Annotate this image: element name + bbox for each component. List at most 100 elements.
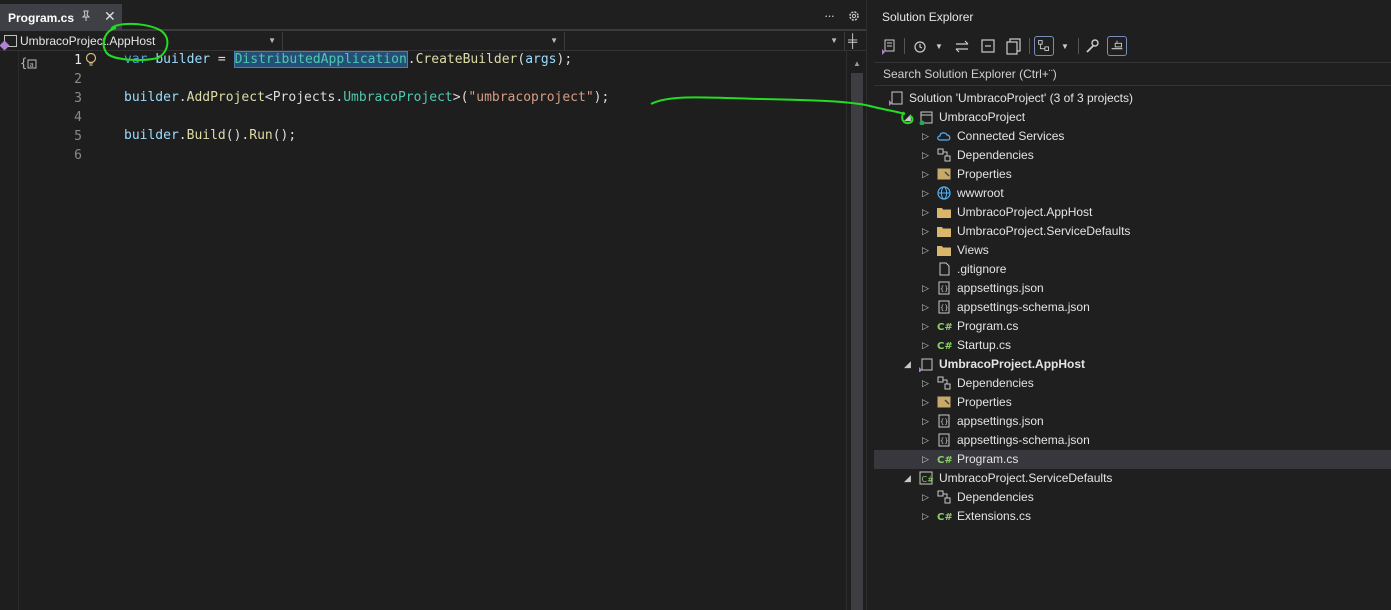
expand-arrow-icon[interactable]: ▷ <box>922 416 932 426</box>
tree-item[interactable]: ▷ {} appsettings.json <box>874 279 1391 298</box>
member-dropdown[interactable]: ▼ <box>565 32 845 50</box>
line-number: 6 <box>74 148 82 163</box>
pane-splitter[interactable] <box>866 0 874 610</box>
apphost-project-icon <box>4 35 17 47</box>
expand-arrow-icon[interactable]: ▷ <box>922 302 932 312</box>
tree-item[interactable]: ◢ C# UmbracoProject.ServiceDefaults <box>874 469 1391 488</box>
history-icon[interactable] <box>910 36 930 56</box>
chevron-down-icon: ▼ <box>268 36 276 45</box>
tree-item-label: Dependencies <box>957 490 1034 504</box>
collapse-arrow-icon[interactable]: ◢ <box>904 473 914 483</box>
dependencies-icon <box>937 148 951 162</box>
expand-arrow-icon[interactable]: ▷ <box>922 283 932 293</box>
tree-item[interactable]: ▷ {} appsettings-schema.json <box>874 298 1391 317</box>
gear-icon[interactable] <box>848 10 860 22</box>
expand-arrow-icon[interactable]: ▷ <box>922 245 932 255</box>
tree-item-label: Views <box>957 243 989 257</box>
scrollbar-thumb[interactable] <box>851 73 863 610</box>
expand-arrow-icon[interactable]: ▷ <box>922 397 932 407</box>
tree-item[interactable]: ▷ UmbracoProject.AppHost <box>874 203 1391 222</box>
line-number: 1 <box>74 53 82 68</box>
json-icon: {} <box>938 281 950 295</box>
tree-item[interactable]: ▷ Dependencies <box>874 488 1391 507</box>
tree-item[interactable]: ▷ Connected Services <box>874 127 1391 146</box>
preview-selected-items-icon[interactable] <box>1107 36 1127 56</box>
string-literal: "umbracoproject" <box>468 90 594 105</box>
expand-arrow-icon[interactable]: ▷ <box>922 150 932 160</box>
punctuation: . <box>178 90 187 105</box>
project-dropdown[interactable]: UmbracoProject.AppHost ▼ <box>0 32 283 50</box>
code-editor[interactable]: Program.cs ✕ ··· UmbracoProject.AppHost … <box>0 0 866 610</box>
collapse-arrow-icon[interactable]: ◢ <box>904 359 914 369</box>
tree-item[interactable]: ◢ UmbracoProject <box>874 108 1391 127</box>
expand-arrow-icon[interactable]: ▷ <box>922 435 932 445</box>
tree-item[interactable]: Solution 'UmbracoProject' (3 of 3 projec… <box>874 89 1391 108</box>
svg-text:C#: C# <box>937 322 952 333</box>
sync-with-document-icon[interactable] <box>952 36 972 56</box>
tree-item[interactable]: ▷ C# Extensions.cs <box>874 507 1391 526</box>
split-editor-icon[interactable]: ╪ <box>848 33 857 48</box>
tree-item-label: UmbracoProject.AppHost <box>957 205 1093 219</box>
type-dropdown[interactable]: ▼ <box>283 32 565 50</box>
expand-arrow-icon[interactable]: ▷ <box>922 511 932 521</box>
panel-title: Solution Explorer <box>882 10 974 24</box>
tree-item-label: wwwroot <box>957 186 1004 200</box>
code-line-3[interactable]: builder.AddProject<Projects.UmbracoProje… <box>124 90 609 105</box>
show-all-files-icon[interactable] <box>1004 36 1024 56</box>
expand-arrow-icon[interactable]: ▷ <box>922 207 932 217</box>
expand-arrow-icon[interactable]: ▷ <box>922 188 932 198</box>
tree-item[interactable]: .gitignore <box>874 260 1391 279</box>
tree-item[interactable]: ▷ Dependencies <box>874 146 1391 165</box>
json-icon: {} <box>938 414 950 428</box>
expand-arrow-icon[interactable]: ▷ <box>922 378 932 388</box>
tree-item[interactable]: ▷ C# Startup.cs <box>874 336 1391 355</box>
json-icon: {} <box>938 433 950 447</box>
tree-item-label: Program.cs <box>957 319 1019 333</box>
tree-item[interactable]: ▷ Dependencies <box>874 374 1391 393</box>
chevron-down-icon[interactable]: ▼ <box>1061 42 1069 51</box>
search-input[interactable]: Search Solution Explorer (Ctrl+¨) <box>874 62 1391 86</box>
code-line-1[interactable]: var builder = DistributedApplication.Cre… <box>124 51 572 68</box>
identifier: builder <box>124 90 179 105</box>
track-active-item-icon[interactable] <box>1034 36 1054 56</box>
collapse-arrow-icon[interactable]: ◢ <box>904 112 914 122</box>
pin-icon[interactable] <box>80 10 92 22</box>
tree-item[interactable]: ◢ UmbracoProject.AppHost <box>874 355 1391 374</box>
punctuation: ( <box>517 52 526 67</box>
tab-program-cs[interactable]: Program.cs ✕ <box>0 4 122 31</box>
tree-item[interactable]: ▷ UmbracoProject.ServiceDefaults <box>874 222 1391 241</box>
expand-arrow-icon[interactable]: ▷ <box>922 492 932 502</box>
scroll-up-icon[interactable]: ▲ <box>853 59 861 68</box>
svg-text:{}: {} <box>940 418 948 426</box>
svg-text:{: { <box>20 56 27 70</box>
tree-item[interactable]: ▷ wwwroot <box>874 184 1391 203</box>
tab-overflow-button[interactable]: ··· <box>824 8 835 23</box>
tree-item[interactable]: ▷ {} appsettings.json <box>874 412 1391 431</box>
tree-item[interactable]: ▷ Properties <box>874 165 1391 184</box>
expand-arrow-icon[interactable]: ▷ <box>922 340 932 350</box>
tree-item[interactable]: ▷ C# Program.cs <box>874 450 1391 469</box>
tree-item[interactable]: ▷ {} appsettings-schema.json <box>874 431 1391 450</box>
code-line-5[interactable]: builder.Build().Run(); <box>124 128 296 143</box>
tree-item[interactable]: ▷ C# Program.cs <box>874 317 1391 336</box>
vertical-scrollbar[interactable]: ▲ <box>846 51 866 610</box>
tree-item[interactable]: ▷ Properties <box>874 393 1391 412</box>
svg-text:C#: C# <box>937 512 952 523</box>
expand-arrow-icon[interactable]: ▷ <box>922 321 932 331</box>
tree-item[interactable]: ▷ Views <box>874 241 1391 260</box>
svg-text:C#: C# <box>922 475 935 484</box>
expand-arrow-icon[interactable]: ▷ <box>922 454 932 464</box>
chevron-down-icon[interactable]: ▼ <box>935 42 943 51</box>
lightbulb-icon[interactable] <box>84 52 98 68</box>
csharp-project-icon: C# <box>919 471 935 485</box>
globe-icon <box>937 186 951 200</box>
expand-arrow-icon[interactable]: ▷ <box>922 226 932 236</box>
expand-arrow-icon[interactable]: ▷ <box>922 169 932 179</box>
expand-arrow-icon[interactable]: ▷ <box>922 131 932 141</box>
wrench-icon[interactable] <box>1082 36 1102 56</box>
switch-views-icon[interactable] <box>879 36 899 56</box>
svg-text:{}: {} <box>940 437 948 445</box>
close-icon[interactable]: ✕ <box>104 9 116 23</box>
tree-item-label: Program.cs <box>957 452 1019 466</box>
collapse-all-icon[interactable] <box>978 36 998 56</box>
